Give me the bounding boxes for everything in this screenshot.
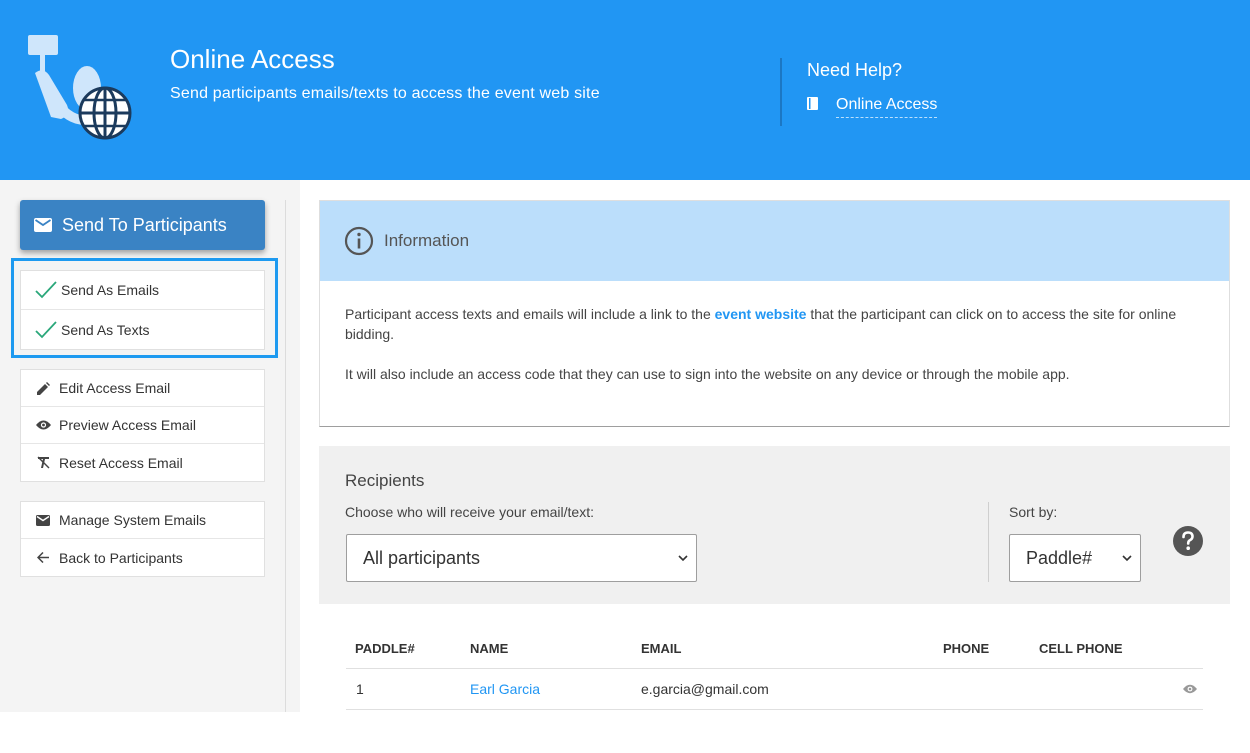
- column-header-email[interactable]: EMAIL: [641, 641, 681, 656]
- email-icon: [35, 512, 51, 528]
- arrow-left-icon: [35, 550, 51, 566]
- reset-access-email-item[interactable]: Reset Access Email: [21, 444, 264, 481]
- manage-system-emails-label: Manage System Emails: [59, 512, 207, 528]
- sort-by-select[interactable]: Paddle#: [1009, 534, 1141, 582]
- information-heading: Information: [384, 231, 470, 250]
- info-icon: [344, 226, 374, 256]
- send-as-emails-option[interactable]: Send As Emails: [21, 271, 264, 310]
- sort-by-select-value: Paddle#: [1026, 547, 1093, 568]
- table-row-rule: [346, 709, 1203, 710]
- column-header-phone[interactable]: PHONE: [943, 641, 989, 656]
- table-cell-email: e.garcia@gmail.com: [641, 681, 769, 697]
- recipients-select-value: All participants: [363, 547, 481, 568]
- send-as-texts-label: Send As Texts: [61, 321, 150, 338]
- email-icon: [34, 218, 52, 232]
- recipients-divider: [988, 502, 989, 582]
- page-title: Online Access: [170, 44, 335, 74]
- information-paragraph-2: It will also include an access code that…: [345, 366, 1070, 382]
- clear-format-icon: [35, 455, 51, 471]
- email-actions-menu: Edit Access Email Preview Access Email R…: [20, 369, 265, 482]
- edit-access-email-item[interactable]: Edit Access Email: [21, 370, 264, 407]
- sidebar-divider: [285, 200, 286, 722]
- event-website-link[interactable]: event website: [715, 306, 807, 322]
- preview-access-email-label: Preview Access Email: [59, 417, 196, 433]
- information-header: Information: [320, 201, 1229, 281]
- eye-icon: [35, 417, 51, 433]
- chevron-down-icon: [1122, 555, 1132, 562]
- recipients-title: Recipients: [345, 471, 425, 490]
- send-options-menu: Send As Emails Send As Texts: [20, 270, 265, 350]
- send-as-texts-option[interactable]: Send As Texts: [21, 310, 264, 349]
- check-icon: [35, 281, 57, 299]
- column-header-cell-phone[interactable]: CELL PHONE: [1039, 641, 1123, 656]
- back-to-participants-label: Back to Participants: [59, 549, 183, 566]
- torn-edge: [0, 712, 300, 753]
- navigation-menu: Manage System Emails Back to Participant…: [20, 501, 265, 577]
- chevron-down-icon: [678, 555, 688, 562]
- help-title: Need Help?: [807, 60, 903, 80]
- manage-system-emails-item[interactable]: Manage System Emails: [21, 502, 264, 539]
- back-to-participants-item[interactable]: Back to Participants: [21, 539, 264, 576]
- preview-access-email-item[interactable]: Preview Access Email: [21, 407, 264, 444]
- table-cell-paddle: 1: [356, 681, 364, 697]
- online-access-illustration-icon: [28, 35, 132, 140]
- column-header-name[interactable]: NAME: [470, 641, 508, 656]
- page-subtitle: Send participants emails/texts to access…: [170, 85, 600, 102]
- send-as-emails-label: Send As Emails: [61, 282, 160, 298]
- info-text-part: Participant access texts and emails will…: [345, 306, 715, 322]
- send-to-participants-label: Send To Participants: [62, 214, 227, 235]
- eye-icon[interactable]: [1183, 684, 1197, 694]
- help-question-icon[interactable]: [1173, 526, 1203, 556]
- pencil-icon: [35, 380, 51, 396]
- help-online-access-link[interactable]: Online Access: [836, 96, 938, 118]
- recipients-choose-label: Choose who will receive your email/text:: [345, 504, 594, 520]
- send-to-participants-button[interactable]: Send To Participants: [20, 200, 265, 250]
- table-cell-name-link[interactable]: Earl Garcia: [470, 681, 540, 697]
- book-icon: [807, 97, 818, 110]
- page-header: Online Access Send participants emails/t…: [0, 0, 1250, 180]
- edit-access-email-label: Edit Access Email: [59, 380, 171, 396]
- information-paragraph-1: Participant access texts and emails will…: [345, 304, 1205, 344]
- recipients-select[interactable]: All participants: [346, 534, 697, 582]
- check-icon: [35, 320, 57, 338]
- torn-edge: [300, 722, 1250, 753]
- reset-access-email-label: Reset Access Email: [59, 454, 183, 471]
- header-divider: [780, 58, 782, 126]
- column-header-paddle[interactable]: PADDLE#: [355, 641, 415, 656]
- sort-by-label: Sort by:: [1009, 504, 1058, 520]
- table-header-rule: [346, 668, 1203, 669]
- information-panel: Information Participant access texts and…: [319, 200, 1230, 427]
